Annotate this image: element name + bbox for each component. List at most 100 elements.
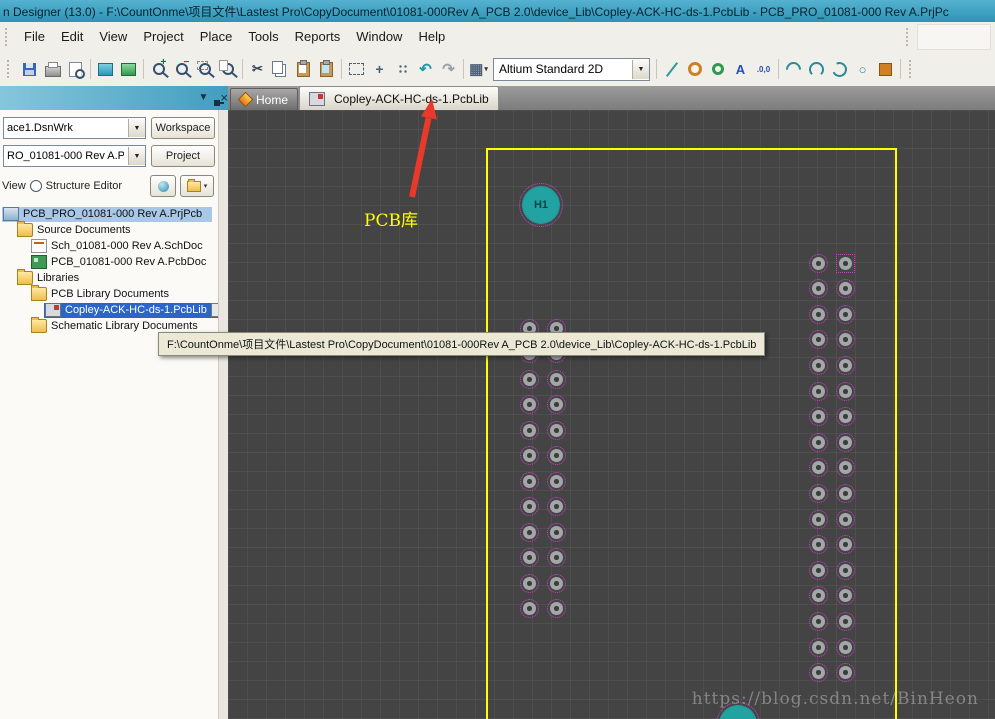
copy-button[interactable] [269,58,292,81]
zoom-in-button[interactable] [147,58,170,81]
place-circle-button[interactable]: ○ [851,58,874,81]
project-select[interactable]: RO_01081-000 Rev A.PrjPcb ▼ [3,145,146,167]
menu-place[interactable]: Place [192,23,241,51]
mounting-pad[interactable]: H1 [519,183,563,227]
pad[interactable] [835,458,855,478]
tree-item[interactable]: Source Documents [0,221,218,238]
pad[interactable] [808,330,828,350]
pad[interactable] [519,471,539,491]
tree-item[interactable]: Copley-ACK-HC-ds-1.PcbLib [0,302,223,318]
navigator-button[interactable] [150,175,176,197]
redo-button[interactable]: ↷ [437,58,460,81]
pad[interactable] [808,407,828,427]
open-folder-button[interactable]: ▾ [180,175,214,197]
tab-home[interactable]: Home [230,88,299,110]
select-area-button[interactable] [345,58,368,81]
pad[interactable] [808,381,828,401]
title-bar[interactable]: n Designer (13.0) - F:\CountOnme\项目文件\La… [0,0,995,22]
pad[interactable] [835,330,855,350]
pad[interactable] [808,432,828,452]
pad[interactable] [835,355,855,375]
tree-item[interactable]: PCB_PRO_01081-000 Rev A.PrjPcb [0,206,218,222]
menu-tools[interactable]: Tools [240,23,286,51]
structure-editor-label[interactable]: Structure Editor [46,180,122,192]
pad[interactable] [546,446,566,465]
place-arc-edge-button[interactable] [782,58,805,81]
place-line-button[interactable] [660,58,683,81]
document-options-button[interactable] [94,58,117,81]
pad[interactable] [808,304,828,324]
pad[interactable] [519,420,539,440]
menu-reports[interactable]: Reports [287,23,349,51]
pad[interactable] [546,599,566,618]
tree-item[interactable]: PCB_01081-000 Rev A.PcbDoc [0,254,218,270]
pad[interactable] [546,395,566,414]
pad[interactable] [808,253,828,273]
pad[interactable] [808,458,828,478]
zoom-area-button[interactable] [193,58,216,81]
pad[interactable] [835,611,855,631]
pad[interactable] [808,483,828,503]
cut-button[interactable]: ✂ [246,58,269,81]
toolbar-grip-icon[interactable] [5,28,11,46]
toolbar-grip-icon[interactable] [909,60,915,78]
tab-document[interactable]: Copley-ACK-HC-ds-1.PcbLib [299,86,499,110]
pad[interactable] [519,548,539,567]
workspace-button[interactable]: Workspace [151,117,215,139]
pad[interactable] [808,560,828,580]
pad[interactable] [546,369,566,389]
menu-file[interactable]: File [16,23,53,51]
fit-document-button[interactable] [216,58,239,81]
structure-editor-radio[interactable] [29,180,42,192]
move-button[interactable]: + [368,58,391,81]
workspace-select[interactable]: ace1.DsnWrk ▼ [3,117,146,139]
pad[interactable] [835,560,855,580]
pad[interactable] [835,407,855,427]
place-via-button[interactable] [706,58,729,81]
pad[interactable] [808,611,828,631]
pad[interactable] [546,497,566,516]
pad[interactable] [808,586,828,606]
menu-window[interactable]: Window [348,23,410,51]
pad[interactable] [835,663,855,683]
pad[interactable] [546,573,566,593]
place-string-button[interactable]: A [729,58,752,81]
print-button[interactable] [41,58,64,81]
pad[interactable] [808,355,828,375]
pad[interactable] [835,304,855,324]
toolbar-grip-icon[interactable] [906,28,912,46]
pad[interactable] [808,637,828,657]
tree-item[interactable]: Libraries [0,269,218,286]
print-preview-button[interactable] [64,58,87,81]
place-arc-center-button[interactable] [805,58,828,81]
pad[interactable] [835,253,855,273]
tree-item[interactable]: PCB Library Documents [0,285,218,302]
place-dimension-button[interactable]: .0,0 [752,58,775,81]
pad[interactable] [835,535,855,555]
place-arc-any-button[interactable] [828,58,851,81]
pad[interactable] [519,573,539,593]
snap-grid-button[interactable]: ▦ ▾ [467,58,490,81]
board-view-button[interactable] [117,58,140,81]
pad[interactable] [808,663,828,683]
pad[interactable] [519,522,539,542]
paste-button[interactable] [292,58,315,81]
menu-project[interactable]: Project [135,23,191,51]
tree-item[interactable]: Sch_01081-000 Rev A.SchDoc [0,238,218,254]
panel-dropdown-icon[interactable]: ▼ [199,93,209,103]
pcb-editor-canvas[interactable]: H1 PCB库 https://blog.csdn.net/BinHeon [228,110,995,719]
pad[interactable] [808,509,828,529]
menu-help[interactable]: Help [410,23,453,51]
pad[interactable] [519,497,539,516]
pad[interactable] [835,509,855,529]
clear-filter-button[interactable] [391,58,414,81]
pad[interactable] [519,446,539,465]
undo-button[interactable]: ↶ [414,58,437,81]
toolbar-grip-icon[interactable] [7,60,13,78]
pad[interactable] [519,599,539,618]
paste-special-button[interactable] [315,58,338,81]
pad[interactable] [546,522,566,542]
pad[interactable] [519,395,539,414]
pad[interactable] [546,548,566,567]
menu-view[interactable]: View [91,23,135,51]
